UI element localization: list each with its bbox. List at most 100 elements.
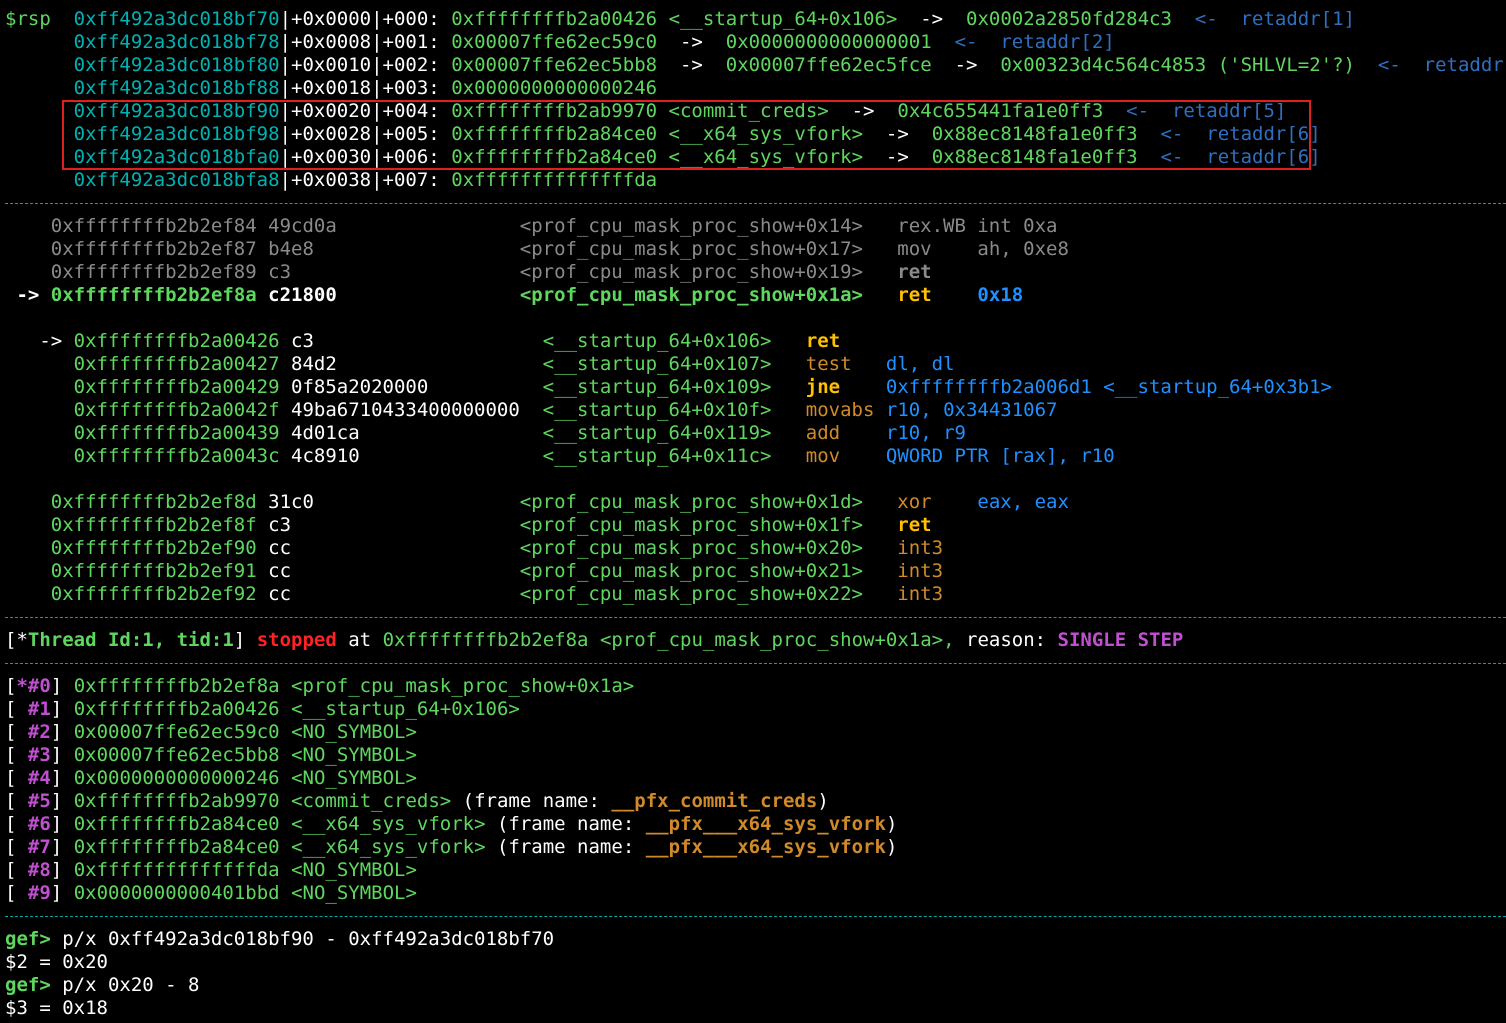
- text-token: |: [371, 8, 383, 30]
- retaddr-arrow: <-: [1194, 8, 1218, 30]
- backtrace-frame: [ #8] 0xffffffffffffffda <NO_SYMBOL>: [5, 859, 417, 882]
- mnemonic: int3: [897, 560, 944, 582]
- instruction-address[interactable]: 0xffffffffb2b2ef87: [51, 238, 257, 260]
- stack-value[interactable]: 0x0000000000000246: [451, 77, 657, 99]
- disasm-line-next: 0xffffffffb2b2ef8d 31c0 <prof_cpu_mask_p…: [5, 491, 1069, 514]
- mnemonic: mov: [897, 238, 932, 260]
- operands: ah, 0xe8: [977, 238, 1069, 260]
- instruction-symbol: <prof_cpu_mask_proc_show+0x1d>: [519, 491, 863, 513]
- frame-symbol: <__x64_sys_vfork>: [291, 813, 486, 835]
- stack-offset: +0x0018: [291, 77, 372, 99]
- instruction-address[interactable]: 0xffffffffb2a0042f: [74, 399, 280, 421]
- frame-symbol: <prof_cpu_mask_proc_show+0x1a>: [291, 675, 635, 697]
- frame-symbol: <NO_SYMBOL>: [291, 882, 417, 904]
- frame-address[interactable]: 0x00007ffe62ec5bb8: [74, 744, 280, 766]
- instruction-address[interactable]: 0xffffffffb2b2ef91: [51, 560, 257, 582]
- frame-address[interactable]: 0x0000000000000246: [74, 767, 280, 789]
- operands: 0x18: [977, 284, 1024, 306]
- command-input[interactable]: p/x 0xff492a3dc018bf90 - 0xff492a3dc018b…: [62, 928, 554, 950]
- stop-reason: SINGLE STEP: [1057, 629, 1184, 651]
- deref-arrow: ->: [954, 54, 978, 76]
- backtrace-frame: [ #2] 0x00007ffe62ec59c0 <NO_SYMBOL>: [5, 721, 417, 744]
- frame-address[interactable]: 0xffffffffb2a00426: [74, 698, 280, 720]
- instruction-address[interactable]: 0xffffffffb2b2ef84: [51, 215, 257, 237]
- thread-bracket: ]: [233, 629, 246, 651]
- frame-symbol: <NO_SYMBOL>: [291, 859, 417, 881]
- section-separator: [5, 663, 1506, 664]
- instruction-address[interactable]: 0xffffffffb2a00439: [74, 422, 280, 444]
- mnemonic: jne: [805, 376, 841, 398]
- deref-arrow: ->: [920, 8, 944, 30]
- instruction-symbol: <prof_cpu_mask_proc_show+0x1f>: [519, 514, 863, 536]
- text-token: [: [5, 721, 17, 743]
- instruction-address[interactable]: 0xffffffffb2b2ef90: [51, 537, 257, 559]
- text-token: |: [279, 31, 291, 53]
- instruction-address[interactable]: 0xffffffffb2a00429: [74, 376, 280, 398]
- command-input[interactable]: p/x 0x20 - 8: [62, 974, 199, 996]
- stack-address[interactable]: 0xff492a3dc018bf70: [74, 8, 280, 30]
- section-separator: [5, 617, 1506, 618]
- thread-symbol: <prof_cpu_mask_proc_show+0x1a>,: [599, 629, 955, 651]
- frame-number: #9: [27, 882, 51, 904]
- frame-address[interactable]: 0xffffffffb2b2ef8a: [74, 675, 280, 697]
- frame-address[interactable]: 0x00007ffe62ec59c0: [74, 721, 280, 743]
- gef-prompt: gef>: [5, 928, 51, 950]
- backtrace-frame: [ #9] 0x0000000000401bbd <NO_SYMBOL>: [5, 882, 417, 905]
- stack-value[interactable]: 0x00007ffe62ec59c0: [451, 31, 657, 53]
- operands: 0xffffffffb2a006d1 <__startup_64+0x3b1>: [885, 376, 1332, 398]
- mnemonic: test: [805, 353, 852, 375]
- stack-address[interactable]: 0xff492a3dc018bfa8: [74, 169, 280, 191]
- text-token: |: [279, 8, 292, 30]
- disasm-line-past: 0xffffffffb2b2ef89 c3 <prof_cpu_mask_pro…: [5, 261, 932, 284]
- deref-target: 0x0000000000000001: [725, 31, 932, 53]
- text-token: [: [5, 790, 17, 812]
- operands: QWORD PTR [rax], r10: [885, 445, 1115, 467]
- stack-value[interactable]: 0x00007ffe62ec5bb8: [451, 54, 657, 76]
- mnemonic: movabs: [805, 399, 875, 421]
- instruction-address[interactable]: 0xffffffffb2a00427: [74, 353, 280, 375]
- thread-address[interactable]: 0xffffffffb2b2ef8a: [383, 629, 589, 651]
- stack-address[interactable]: 0xff492a3dc018bf80: [74, 54, 280, 76]
- instruction-address[interactable]: 0xffffffffb2b2ef92: [51, 583, 257, 605]
- instruction-symbol: <prof_cpu_mask_proc_show+0x20>: [519, 537, 863, 559]
- instruction-address[interactable]: 0xffffffffb2b2ef89: [51, 261, 257, 283]
- text-token: ): [885, 813, 898, 835]
- stack-index: +001:: [382, 31, 440, 53]
- deref-target: 0x0002a2850fd284c3: [966, 8, 1172, 30]
- stack-value[interactable]: 0xffffffffb2a00426: [451, 8, 657, 30]
- frame-address[interactable]: 0x0000000000401bbd: [74, 882, 280, 904]
- stack-value[interactable]: 0xffffffffffffffda: [451, 169, 657, 191]
- instruction-symbol: <__startup_64+0x107>: [542, 353, 772, 375]
- stack-row: 0xff492a3dc018bf78|+0x0008|+001: 0x00007…: [5, 31, 1115, 54]
- instruction-address[interactable]: 0xffffffffb2a00426: [74, 330, 280, 352]
- text-token: ): [885, 836, 898, 858]
- instruction-address[interactable]: 0xffffffffb2b2ef8f: [51, 514, 257, 536]
- backtrace-frame: [ #3] 0x00007ffe62ec5bb8 <NO_SYMBOL>: [5, 744, 417, 767]
- opcode-bytes: c3: [291, 330, 314, 352]
- backtrace-frame: [ #4] 0x0000000000000246 <NO_SYMBOL>: [5, 767, 417, 790]
- text-token: ]: [50, 859, 63, 881]
- instruction-symbol: <__startup_64+0x11c>: [542, 445, 772, 467]
- frame-address[interactable]: 0xffffffffb2a84ce0: [74, 813, 280, 835]
- stack-row: 0xff492a3dc018bf80|+0x0010|+002: 0x00007…: [5, 54, 1506, 77]
- frame-number: #1: [27, 698, 51, 720]
- frame-address[interactable]: 0xffffffffb2ab9970: [74, 790, 280, 812]
- frame-address[interactable]: 0xffffffffb2a84ce0: [74, 836, 280, 858]
- instruction-address[interactable]: 0xffffffffb2a0043c: [74, 445, 280, 467]
- retaddr-label: retaddr[3]: [1423, 54, 1506, 76]
- instruction-address[interactable]: 0xffffffffb2b2ef8a: [51, 284, 257, 306]
- opcode-bytes: 0f85a2020000: [291, 376, 429, 398]
- instruction-address[interactable]: 0xffffffffb2b2ef8d: [51, 491, 257, 513]
- console-command: gef> p/x 0xff492a3dc018bf90 - 0xff492a3d…: [5, 928, 554, 951]
- operands: eax, eax: [977, 491, 1069, 513]
- stack-row: 0xff492a3dc018bfa8|+0x0038|+007: 0xfffff…: [5, 169, 657, 192]
- frame-number: #6: [27, 813, 51, 835]
- gef-terminal[interactable]: $rsp 0xff492a3dc018bf70|+0x0000|+000: 0x…: [0, 0, 1506, 1023]
- frame-address[interactable]: 0xffffffffffffffda: [74, 859, 280, 881]
- instruction-symbol: <prof_cpu_mask_proc_show+0x14>: [519, 215, 863, 237]
- operands: r10, 0x34431067: [885, 399, 1058, 421]
- stack-address[interactable]: 0xff492a3dc018bf78: [74, 31, 280, 53]
- stack-address[interactable]: 0xff492a3dc018bf88: [74, 77, 280, 99]
- text-token: |: [371, 31, 383, 53]
- thread-bracket: [*: [5, 629, 28, 651]
